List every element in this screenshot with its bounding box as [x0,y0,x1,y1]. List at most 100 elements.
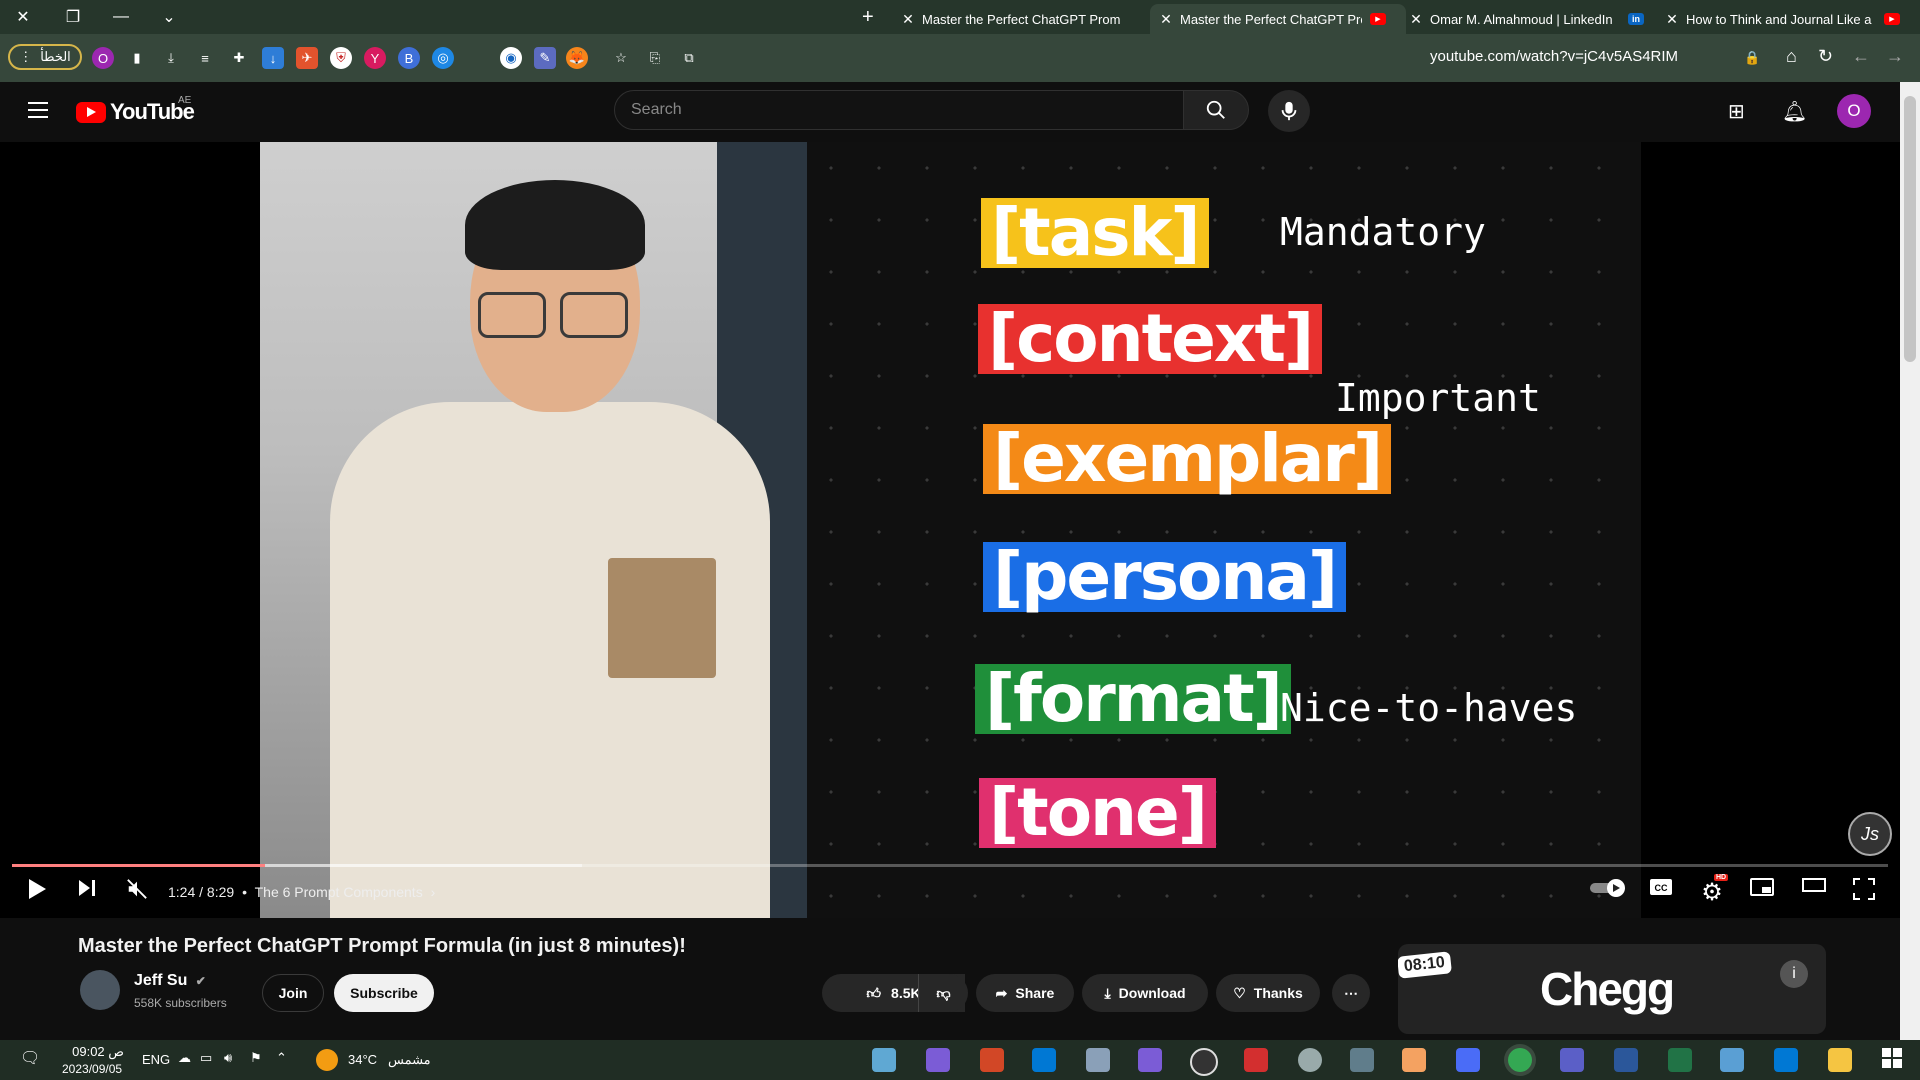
taskbar-calculator-icon[interactable] [1350,1048,1374,1072]
onedrive-icon[interactable]: ☁ [178,1050,191,1066]
sidebar-icon[interactable]: ▮ [126,47,148,69]
forward-icon[interactable]: → [1886,46,1904,67]
next-button[interactable] [74,878,100,898]
reload-icon[interactable]: ↻ [1818,46,1833,67]
video-progress-bar[interactable] [12,864,1888,867]
tab-list-chevron-icon[interactable]: ⌄ [152,0,186,34]
voice-search-button[interactable] [1268,90,1310,132]
video-player[interactable]: [task] [context] [exemplar] [persona] [f… [0,142,1900,918]
screenshot-icon[interactable]: ⧉ [678,47,700,69]
settings-button[interactable]: ⚙ HD [1698,874,1729,907]
taskbar-powerpoint-icon[interactable] [980,1048,1004,1072]
extension-globe-icon[interactable]: ◎ [432,47,454,69]
search-input[interactable] [615,91,1167,129]
more-actions-button[interactable]: ⋯ [1332,974,1370,1012]
bookmark-star-icon[interactable]: ☆ [610,47,632,69]
close-tab-icon[interactable]: ✕ [1664,11,1680,28]
autoplay-toggle[interactable] [1588,878,1628,898]
reading-list-icon[interactable]: ≡ [194,47,216,69]
captions-button[interactable]: CC [1648,878,1674,896]
taskbar-app-icon[interactable] [1720,1048,1744,1072]
extension-y-icon[interactable]: Y [364,47,386,69]
taskbar-video-icon[interactable] [1402,1048,1426,1072]
taskbar-outlook-icon[interactable] [1032,1048,1056,1072]
address-bar-url[interactable]: youtube.com/watch?v=jC4v5AS4RIM [1430,48,1678,65]
taskbar-teams-icon[interactable] [1560,1048,1584,1072]
chevron-right-icon[interactable]: › [431,884,436,900]
weather-sun-icon[interactable] [316,1049,338,1071]
windows-start-icon[interactable] [1882,1048,1906,1072]
tab-chatgpt-1[interactable]: ✕ Master the Perfect ChatGPT Prom [900,4,1140,34]
search-button[interactable] [1183,90,1249,130]
taskbar-app-obsidian-icon[interactable] [926,1048,950,1072]
extension-download-icon[interactable]: ↓ [262,47,284,69]
subscribe-button[interactable]: Subscribe [334,974,434,1012]
downloads-icon[interactable]: ⤓ [160,47,182,69]
thanks-button[interactable]: ♡ Thanks [1216,974,1320,1012]
sponsored-ad[interactable]: 08:10 Chegg i [1398,944,1826,1034]
tab-chatgpt-2-active[interactable]: ✕ Master the Perfect ChatGPT Prom ▶ [1150,4,1406,34]
weather-condition[interactable]: مشمس [388,1052,431,1068]
taskbar-chrome-icon[interactable] [1508,1048,1532,1072]
clock-date[interactable]: 2023/09/05 [62,1062,122,1076]
clock-time[interactable]: 09:02 ص [70,1044,124,1060]
channel-avatar[interactable] [80,970,120,1010]
extension-b-icon[interactable]: B [398,47,420,69]
notification-center-icon[interactable]: 🗨 [20,1048,44,1072]
network-icon[interactable]: ⚑ [250,1050,262,1066]
miniplayer-button[interactable] [1748,878,1776,896]
hamburger-menu-icon[interactable] [28,102,48,123]
theater-mode-button[interactable] [1800,878,1828,892]
extensions-icon[interactable]: ✚ [228,47,250,69]
show-hidden-icons-chevron-icon[interactable]: ⌃ [276,1050,287,1066]
taskbar-file-explorer-icon[interactable] [1828,1048,1852,1072]
mute-button[interactable] [124,878,150,900]
close-window-icon[interactable]: ✕ [6,0,40,34]
download-button[interactable]: ⤓ Download [1082,974,1208,1012]
share-page-icon[interactable]: ⎘ [644,47,666,69]
new-tab-icon[interactable]: + [862,6,874,29]
extension-edit-icon[interactable]: ✎ [534,47,556,69]
ad-info-icon[interactable]: i [1780,960,1808,988]
scrollbar-thumb[interactable] [1904,96,1916,362]
battery-icon[interactable]: ▭ [200,1050,212,1066]
volume-icon[interactable]: 🔊︎ [224,1050,232,1066]
taskbar-word-icon[interactable] [1614,1048,1638,1072]
taskbar-outlook-2-icon[interactable] [1774,1048,1798,1072]
close-tab-icon[interactable]: ✕ [900,11,916,28]
back-icon[interactable]: ← [1852,46,1870,67]
close-tab-icon[interactable]: ✕ [1408,11,1424,28]
minimize-window-icon[interactable]: — [104,0,138,34]
channel-watermark-icon[interactable]: Js [1848,812,1892,856]
notifications-bell-icon[interactable]: 🔔︎ [1782,99,1807,124]
channel-name[interactable]: Jeff Su ✔ [134,972,206,990]
extension-rocket-icon[interactable]: ✈ [296,47,318,69]
chapter-title[interactable]: The 6 Prompt Components [255,884,423,900]
youtube-logo[interactable]: YouTube AE [76,95,195,125]
join-button[interactable]: Join [262,974,324,1012]
taskbar-acrobat-icon[interactable] [1244,1048,1268,1072]
metamask-icon[interactable]: 🦊 [566,47,588,69]
taskbar-steam-icon[interactable] [1298,1048,1322,1072]
close-tab-icon[interactable]: ✕ [1158,11,1174,28]
tab-journal[interactable]: ✕ How to Think and Journal Like a ▶ [1664,4,1914,34]
ublock-icon[interactable]: ⛨ [330,47,352,69]
taskbar-app-obsidian-2-icon[interactable] [1138,1048,1162,1072]
error-pill[interactable]: ⋮ الخطأ [8,44,82,70]
fullscreen-button[interactable] [1850,878,1878,900]
page-scrollbar[interactable] [1900,82,1920,1040]
taskbar-copilot-icon[interactable] [1456,1048,1480,1072]
taskbar-app-notes-icon[interactable] [872,1048,896,1072]
restore-window-icon[interactable]: ❐ [56,0,90,34]
language-indicator[interactable]: ENG [142,1052,170,1067]
share-button[interactable]: ➦ Share [976,974,1074,1012]
dislike-button[interactable]: 👎︎ [918,974,968,1012]
profile-icon[interactable]: O [92,47,114,69]
weather-temperature[interactable]: 34°C [348,1052,377,1067]
play-button[interactable] [24,878,50,900]
create-video-icon[interactable]: ⊞ [1728,99,1745,124]
tab-linkedin[interactable]: ✕ Omar M. Almahmoud | LinkedIn in [1408,4,1650,34]
taskbar-media-player-icon[interactable] [1190,1048,1218,1076]
taskbar-excel-icon[interactable] [1668,1048,1692,1072]
home-icon[interactable]: ⌂ [1786,46,1797,67]
